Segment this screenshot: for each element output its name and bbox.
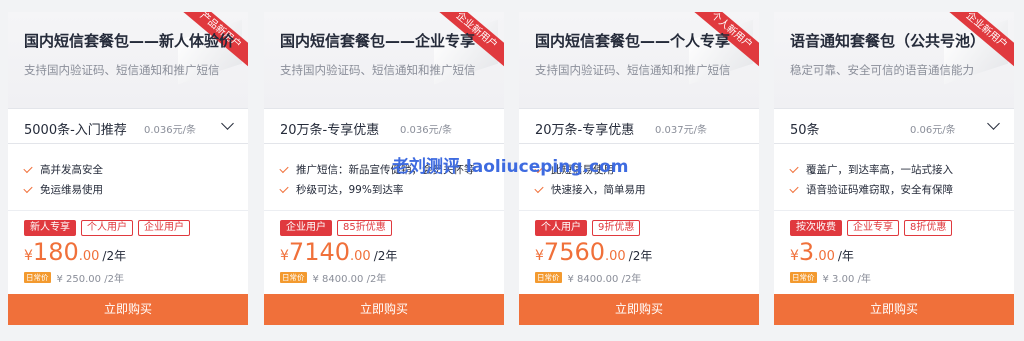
daily-price: 日常价 ¥ 8400.00 /2年 xyxy=(535,270,641,285)
chevron-down-icon[interactable] xyxy=(221,117,234,130)
watermark: 老刘测评 laoliuceping.com xyxy=(392,157,629,177)
tag: 个人用户 xyxy=(81,220,133,236)
divider xyxy=(519,210,759,211)
tag: 新人专享 xyxy=(24,220,76,236)
spec-selector[interactable]: 50条 0.06元/条 xyxy=(774,108,1014,144)
feature-item: 快速接入，简单易用 xyxy=(534,182,646,197)
tag: 按次收费 xyxy=(790,220,842,236)
card-subtitle: 支持国内验证码、短信通知和推广短信 xyxy=(280,63,476,77)
chevron-down-icon[interactable] xyxy=(987,117,1000,130)
spec-name: 20万条-专享优惠 xyxy=(280,123,380,138)
price: ¥7140.00/2年 xyxy=(280,238,398,266)
daily-price-value: ¥ 3.00 /年 xyxy=(822,274,871,285)
price: ¥7560.00/2年 xyxy=(535,238,653,266)
card-header: 企业新用户 语音通知套餐包（公共号池） 稳定可靠、安全可信的语音通信能力 xyxy=(774,12,1014,108)
daily-badge: 日常价 xyxy=(24,272,51,283)
daily-price: 日常价 ¥ 8400.00 /2年 xyxy=(280,270,386,285)
tag-list: 新人专享 个人用户 企业用户 xyxy=(24,220,190,236)
daily-price-value: ¥ 250.00 /2年 xyxy=(56,274,124,285)
package-card: 产品新用户 国内短信套餐包——新人体验价 支持国内验证码、短信通知和推广短信 5… xyxy=(8,12,248,325)
buy-button[interactable]: 立即购买 xyxy=(264,294,504,325)
check-icon xyxy=(789,163,799,173)
daily-price: 日常价 ¥ 250.00 /2年 xyxy=(24,270,124,285)
card-header: 产品新用户 国内短信套餐包——新人体验价 支持国内验证码、短信通知和推广短信 xyxy=(8,12,248,108)
daily-badge: 日常价 xyxy=(280,272,307,283)
tag-list: 按次收费 企业专享 8折优惠 xyxy=(790,220,953,236)
tag: 企业用户 xyxy=(280,220,332,236)
buy-button[interactable]: 立即购买 xyxy=(519,294,759,325)
spec-selector[interactable]: 20万条-专享优惠 0.036元/条 xyxy=(264,108,504,144)
unit-price: 0.036元/条 xyxy=(400,125,452,136)
price: ¥3.00/年 xyxy=(790,238,854,266)
tag-list: 个人用户 9折优惠 xyxy=(535,220,641,236)
tag: 企业用户 xyxy=(138,220,190,236)
package-card: 企业新用户 语音通知套餐包（公共号池） 稳定可靠、安全可信的语音通信能力 50条… xyxy=(774,12,1014,325)
tag: 个人用户 xyxy=(535,220,587,236)
feature-item: 覆盖广，到达率高，一站式接入 xyxy=(789,162,953,177)
tag-list: 企业用户 85折优惠 xyxy=(280,220,392,236)
daily-price-value: ¥ 8400.00 /2年 xyxy=(567,274,642,285)
feature-item: 语音验证码难窃取，安全有保障 xyxy=(789,182,953,197)
unit-price: 0.037元/条 xyxy=(655,125,707,136)
card-title: 语音通知套餐包（公共号池） xyxy=(790,32,986,50)
daily-badge: 日常价 xyxy=(535,272,562,283)
check-icon xyxy=(789,183,799,193)
daily-price: 日常价 ¥ 3.00 /年 xyxy=(790,270,871,285)
buy-button[interactable]: 立即购买 xyxy=(8,294,248,325)
divider xyxy=(774,210,1014,211)
check-icon xyxy=(534,183,544,193)
divider xyxy=(264,210,504,211)
card-title: 国内短信套餐包——新人体验价 xyxy=(24,32,235,50)
daily-price-value: ¥ 8400.00 /2年 xyxy=(312,274,387,285)
card-header: 个人新用户 国内短信套餐包——个人专享 支持国内验证码、短信通知和推广短信 xyxy=(519,12,759,108)
feature-item: 免运维易使用 xyxy=(23,182,103,197)
feature-item: 秒级可达，99%到达率 xyxy=(279,182,403,197)
divider xyxy=(8,210,248,211)
spec-selector[interactable]: 20万条-专享优惠 0.037元/条 xyxy=(519,108,759,144)
card-subtitle: 稳定可靠、安全可信的语音通信能力 xyxy=(790,63,974,77)
unit-price: 0.06元/条 xyxy=(910,125,956,136)
spec-selector[interactable]: 5000条-入门推荐 0.036元/条 xyxy=(8,108,248,144)
tag: 企业专享 xyxy=(847,220,899,236)
check-icon xyxy=(279,163,289,173)
check-icon xyxy=(279,183,289,193)
spec-name: 50条 xyxy=(790,123,820,138)
check-icon xyxy=(23,183,33,193)
card-title: 国内短信套餐包——个人专享 xyxy=(535,32,731,50)
daily-badge: 日常价 xyxy=(790,272,817,283)
check-icon xyxy=(23,163,33,173)
card-title: 国内短信套餐包——企业专享 xyxy=(280,32,476,50)
tag: 8折优惠 xyxy=(904,220,953,236)
card-subtitle: 支持国内验证码、短信通知和推广短信 xyxy=(535,63,731,77)
feature-item: 高并发高安全 xyxy=(23,162,103,177)
spec-name: 20万条-专享优惠 xyxy=(535,123,635,138)
tag: 9折优惠 xyxy=(592,220,641,236)
card-header: 企业新用户 国内短信套餐包——企业专享 支持国内验证码、短信通知和推广短信 xyxy=(264,12,504,108)
spec-name: 5000条-入门推荐 xyxy=(24,123,127,138)
buy-button[interactable]: 立即购买 xyxy=(774,294,1014,325)
tag: 85折优惠 xyxy=(337,220,392,236)
card-subtitle: 支持国内验证码、短信通知和推广短信 xyxy=(24,63,220,77)
price: ¥180.00/2年 xyxy=(24,238,127,266)
unit-price: 0.036元/条 xyxy=(144,125,196,136)
